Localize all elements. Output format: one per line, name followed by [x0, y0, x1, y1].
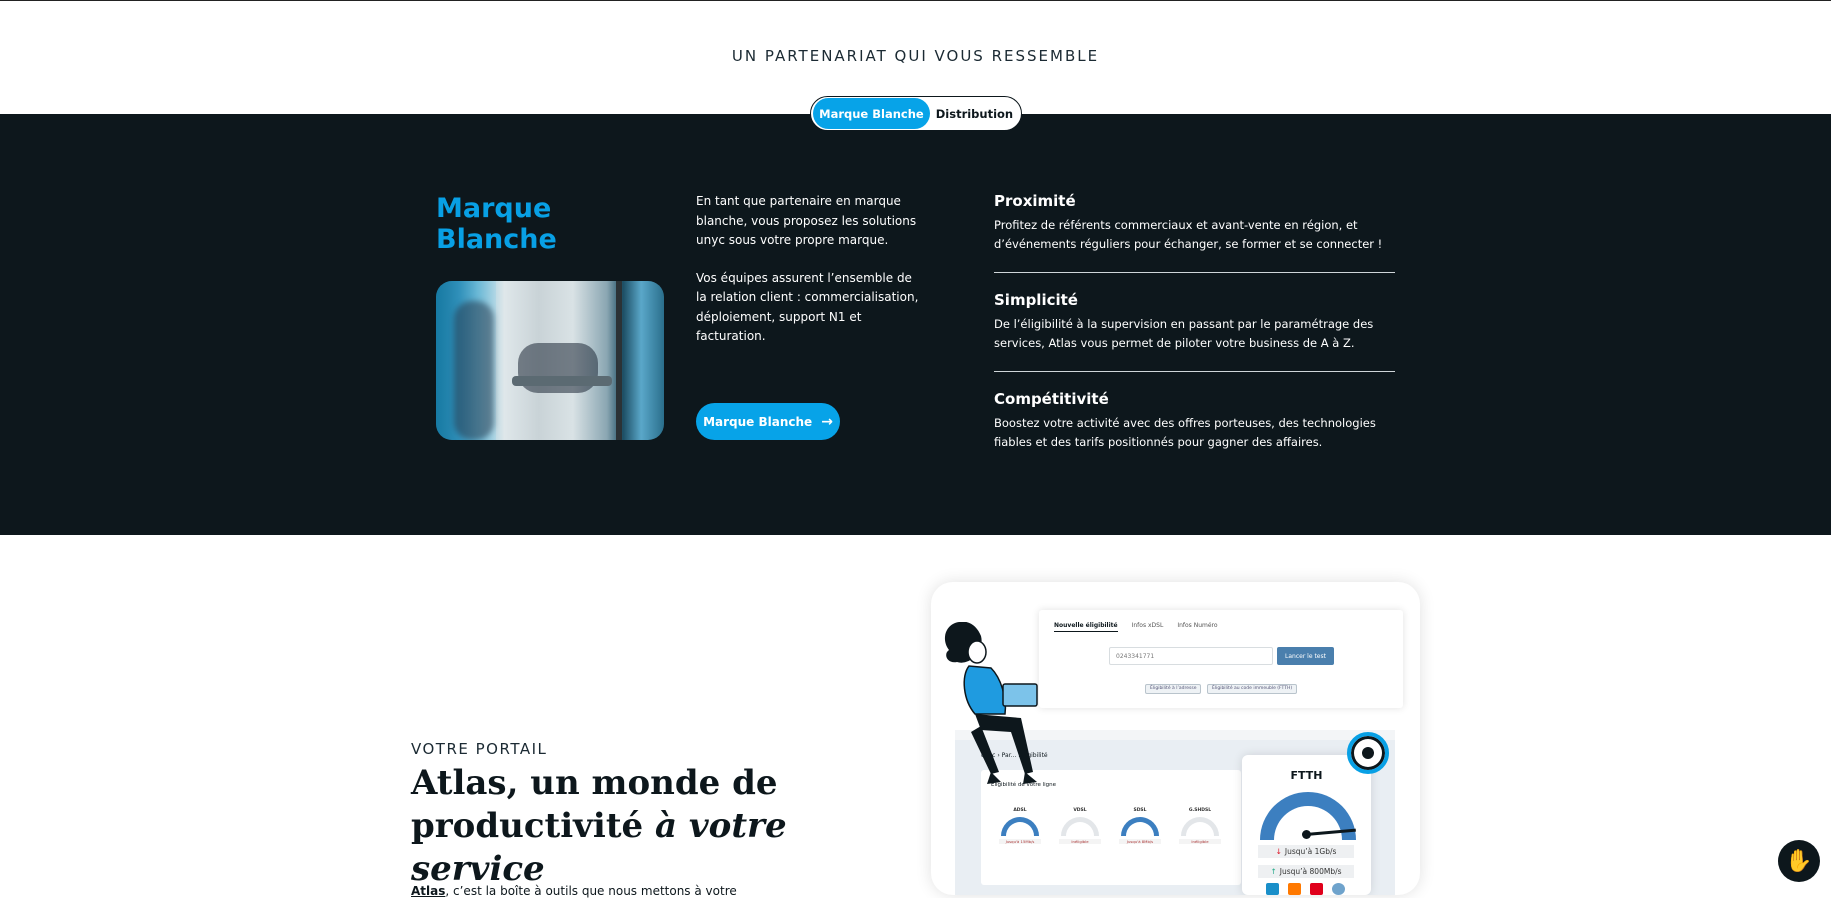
gauge-gshdsl: G.SHDSL Inéligible — [1179, 808, 1221, 848]
toggle-distribution[interactable]: Distribution — [930, 98, 1019, 129]
ftth-title: FTTH — [1290, 769, 1323, 782]
phone-input[interactable]: 0243341771 — [1109, 647, 1273, 665]
tab-nouvelle-eligibilite[interactable]: Nouvelle éligibilité — [1054, 622, 1118, 632]
portal-title: Atlas, un monde de productivité à votre … — [411, 762, 911, 891]
intro-paragraph-1: En tant que partenaire en marque blanche… — [696, 194, 917, 247]
gauge-sdsl: SDSL Jusqu'à 8Mb/s — [1119, 808, 1161, 848]
gauge-label: Jusqu'à 8Mb/s — [1119, 839, 1161, 844]
top-border — [0, 0, 1831, 1]
gauge-arc — [1001, 817, 1039, 836]
toggle-marque-blanche[interactable]: Marque Blanche — [813, 98, 930, 129]
feature-title: Simplicité — [994, 291, 1078, 309]
ftth-upload-label: Jusqu’à 800Mb/s — [1279, 867, 1342, 876]
feature-text: De l’éligibilité à la supervision en pas… — [994, 317, 1374, 350]
gauge-adsl: ADSL Jusqu'à 15Mb/s — [999, 808, 1041, 848]
tab-infos-xdsl[interactable]: Infos xDSL — [1132, 622, 1164, 632]
gauge-vdsl: VDSL Inéligible — [1059, 808, 1101, 848]
arrow-up-icon: ↑ — [1270, 867, 1277, 876]
ftth-download: ↓ Jusqu’à 1Gb/s — [1258, 845, 1354, 858]
ftth-upload: ↑ Jusqu’à 800Mb/s — [1258, 865, 1354, 878]
section-title: UN PARTENARIAT QUI VOUS RESSEMBLE — [731, 47, 1100, 65]
operator-logo — [1288, 883, 1301, 895]
meeting-table — [512, 376, 612, 386]
brand-heading-line2: Blanche — [436, 224, 557, 255]
office-photo — [436, 281, 664, 440]
marque-blanche-button[interactable]: Marque Blanche → — [696, 403, 840, 440]
partnership-toggle: Marque Blanche Distribution — [810, 96, 1022, 131]
feature-text: Boostez votre activité avec des offres p… — [994, 416, 1376, 449]
portal-kicker: VOTRE PORTAIL — [411, 740, 548, 758]
door-frame — [616, 281, 622, 440]
blurred-person — [454, 301, 494, 440]
feature-title: Compétitivité — [994, 390, 1109, 408]
brand-heading-line1: Marque — [436, 193, 552, 224]
feature-item: Simplicité De l’éligibilité à la supervi… — [994, 291, 1395, 372]
gauge-label: Inéligible — [1059, 839, 1101, 844]
portal-body-text: , c’est la boîte à outils que nous metto… — [445, 884, 737, 898]
gauge-label: Jusqu'à 15Mb/s — [999, 839, 1041, 844]
feature-text: Profitez de référents commerciaux et ava… — [994, 218, 1383, 251]
feature-item: Compétitivité Boostez votre activité ave… — [994, 390, 1395, 470]
gauge-arc — [1121, 817, 1159, 836]
gauge-label: Inéligible — [1179, 839, 1221, 844]
eligibility-panel: Nouvelle éligibilité Infos xDSL Infos Nu… — [1039, 610, 1403, 708]
eligibility-tabs: Nouvelle éligibilité Infos xDSL Infos Nu… — [1054, 622, 1218, 632]
portal-body: Atlas, c’est la boîte à outils que nous … — [411, 884, 737, 898]
operator-logo — [1310, 883, 1323, 895]
launch-test-button[interactable]: Lancer le test — [1277, 647, 1334, 665]
intro-paragraph-2: Vos équipes assurent l’ensemble de la re… — [696, 270, 919, 344]
ftth-download-label: Jusqu’à 1Gb/s — [1284, 847, 1337, 856]
ftth-card: FTTH ↓ Jusqu’à 1Gb/s ↑ Jusqu’à 800Mb/s — [1242, 755, 1371, 895]
gauge-name: SDSL — [1133, 808, 1147, 813]
gauge-name: G.SHDSL — [1188, 808, 1212, 813]
gauge-arc — [1061, 817, 1099, 836]
arrow-right-icon: → — [821, 413, 833, 430]
atlas-link[interactable]: Atlas — [411, 884, 445, 898]
gauge-name: ADSL — [1013, 808, 1027, 813]
tab-infos-numero[interactable]: Infos Numéro — [1177, 622, 1217, 632]
operator-logo — [1266, 883, 1279, 895]
feature-title: Proximité — [994, 192, 1076, 210]
operator-logos — [1266, 883, 1345, 895]
hand-wave-icon: ✋ — [1785, 848, 1813, 874]
brand-heading: Marque Blanche — [436, 193, 606, 255]
brand-intro: En tant que partenaire en marque blanche… — [696, 192, 926, 365]
building-code-chip[interactable]: Éligibilité au code immeuble (FTTH) — [1207, 684, 1298, 694]
chat-widget-button[interactable]: ✋ — [1778, 840, 1820, 882]
gauge-arc — [1181, 817, 1219, 836]
operator-logo — [1332, 883, 1345, 895]
feature-list: Proximité Profitez de référents commerci… — [994, 192, 1395, 488]
address-eligibility-chip[interactable]: Éligibilité à l’adresse — [1145, 684, 1202, 694]
cta-label: Marque Blanche — [703, 414, 813, 429]
feature-item: Proximité Profitez de référents commerci… — [994, 192, 1395, 273]
gauge-name: VDSL — [1073, 808, 1087, 813]
woman-laptop-illustration — [944, 622, 1038, 784]
target-icon — [1347, 732, 1389, 774]
ftth-needle-hub — [1302, 830, 1311, 839]
arrow-down-icon: ↓ — [1275, 847, 1282, 856]
atlas-mockup: unyc › Par... ...ligibilité Éligibilité … — [931, 582, 1420, 895]
